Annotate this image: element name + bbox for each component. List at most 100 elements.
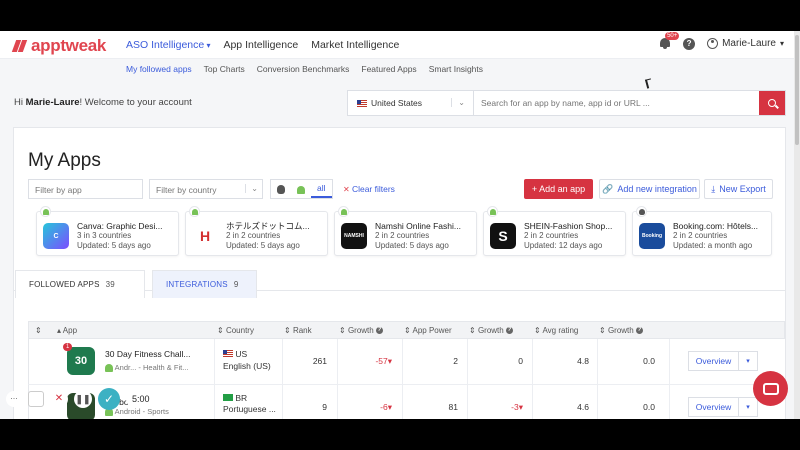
tab-followed-apps-count: 39 bbox=[105, 280, 115, 289]
welcome-suffix: ! Welcome to your account bbox=[79, 97, 192, 108]
notification-bell-icon[interactable]: 50+ bbox=[659, 32, 680, 50]
new-export-button[interactable]: ⤓ New Export bbox=[704, 179, 773, 199]
scrollbar-thumb[interactable] bbox=[795, 35, 799, 145]
subnav-conversion-benchmarks[interactable]: Conversion Benchmarks bbox=[257, 64, 350, 74]
sub-navigation: My followed apps Top Charts Conversion B… bbox=[126, 64, 483, 74]
delete-recording-icon[interactable]: ✕ bbox=[50, 390, 68, 408]
column-power-growth[interactable]: ⇕ Growth ? bbox=[469, 326, 513, 335]
search-button[interactable] bbox=[759, 91, 785, 115]
drag-handle-icon: ⇕ bbox=[35, 326, 42, 335]
overview-button[interactable]: Overview ▾ bbox=[688, 351, 758, 371]
app-card-updated: Updated: 5 days ago bbox=[226, 241, 300, 250]
help-icon[interactable]: ? bbox=[683, 37, 696, 50]
column-country[interactable]: ⇕ Country bbox=[217, 326, 254, 335]
subnav-smart-insights[interactable]: Smart Insights bbox=[429, 64, 483, 74]
nav-aso-intelligence[interactable]: ASO Intelligence bbox=[126, 39, 210, 51]
row-app-power: 2 bbox=[453, 356, 458, 366]
app-card-name: Booking.com: Hôtels... bbox=[673, 221, 759, 231]
row-app-subtitle-text: Andr... - Health & Fit... bbox=[114, 363, 189, 372]
subnav-featured-apps[interactable]: Featured Apps bbox=[361, 64, 416, 74]
nav-market-intelligence[interactable]: Market Intelligence bbox=[311, 39, 399, 51]
column-rank-growth[interactable]: ⇕ Growth ? bbox=[339, 326, 383, 335]
column-app-power[interactable]: ⇕ App Power bbox=[404, 326, 452, 335]
tab-integrations[interactable]: INTEGRATIONS 9 bbox=[152, 270, 257, 298]
new-export-label: New Export bbox=[719, 184, 766, 194]
column-divider bbox=[337, 339, 338, 384]
row-country: US bbox=[223, 349, 247, 359]
column-rating-growth[interactable]: ⇕ Growth ? bbox=[599, 326, 643, 335]
pause-icon[interactable]: ❚❚ bbox=[74, 390, 92, 408]
user-icon bbox=[707, 38, 719, 49]
nav-app-intelligence[interactable]: App Intelligence bbox=[223, 39, 298, 51]
welcome-message: Hi Marie-Laure! Welcome to your account bbox=[14, 97, 192, 108]
platform-android-option[interactable] bbox=[291, 180, 311, 198]
user-menu[interactable]: Marie-Laure ▾ bbox=[707, 38, 784, 49]
mouse-cursor-icon bbox=[644, 78, 654, 89]
chevron-down-icon[interactable]: ▾ bbox=[739, 403, 757, 411]
table-header: ⇕ ▴ App ⇕ Country ⇕ Rank ⇕ Growth ? ⇕ Ap… bbox=[28, 321, 785, 339]
app-card[interactable]: S SHEIN-Fashion Shop... 2 in 2 countries… bbox=[483, 206, 626, 256]
column-country-label: Country bbox=[225, 326, 254, 335]
filter-by-app-input[interactable]: Filter by app bbox=[28, 179, 143, 199]
android-icon bbox=[42, 208, 49, 215]
column-divider bbox=[532, 385, 533, 419]
chat-icon bbox=[762, 382, 779, 395]
column-divider bbox=[669, 339, 670, 384]
app-card-name: SHEIN-Fashion Shop... bbox=[524, 221, 613, 231]
column-app-power-label: App Power bbox=[412, 326, 452, 335]
add-integration-button[interactable]: 🔗 Add new integration bbox=[599, 179, 700, 199]
tab-followed-apps[interactable]: FOLLOWED APPS 39 bbox=[15, 270, 145, 298]
android-icon bbox=[297, 185, 305, 194]
column-avg-rating-label: Avg rating bbox=[542, 326, 579, 335]
filter-by-country-select[interactable]: Filter by country ⌄ bbox=[149, 179, 263, 199]
country-select[interactable]: United States ⌄ bbox=[348, 91, 474, 115]
column-divider bbox=[532, 339, 533, 384]
app-card[interactable]: H ホテルズドットコム... 2 in 2 countries Updated:… bbox=[185, 206, 328, 256]
row-country-code: US bbox=[235, 349, 248, 359]
column-growth-label: Growth bbox=[477, 326, 504, 335]
page-scrollbar[interactable] bbox=[794, 31, 800, 419]
row-power-growth: 0 bbox=[518, 356, 523, 366]
subnav-top-charts[interactable]: Top Charts bbox=[204, 64, 245, 74]
logo-text: apptweak bbox=[31, 36, 107, 55]
chevron-down-icon: ▾ bbox=[779, 39, 784, 48]
app-card[interactable]: C Canva: Graphic Desi... 3 in 3 countrie… bbox=[36, 206, 179, 256]
column-divider bbox=[402, 385, 403, 419]
column-avg-rating[interactable]: ⇕ Avg rating bbox=[534, 326, 578, 335]
app-icon: H bbox=[192, 223, 218, 249]
chat-support-button[interactable] bbox=[753, 371, 788, 406]
app-card-countries: 2 in 2 countries bbox=[226, 231, 281, 240]
platform-toggle: all bbox=[270, 179, 333, 199]
android-icon bbox=[340, 208, 347, 215]
camera-toggle-icon[interactable] bbox=[28, 391, 44, 407]
app-card[interactable]: NAMSHI Namshi Online Fashi... 2 in 2 cou… bbox=[334, 206, 477, 256]
platform-apple-option[interactable] bbox=[271, 180, 291, 198]
tab-integrations-count: 9 bbox=[233, 280, 239, 289]
logo[interactable]: apptweak bbox=[11, 36, 107, 56]
welcome-prefix: Hi bbox=[14, 97, 26, 108]
row-country: BR bbox=[223, 393, 247, 403]
row-app-name[interactable]: 30 Day Fitness Chall... bbox=[105, 349, 191, 359]
table-row[interactable]: 1 30 30 Day Fitness Chall... Andr... - H… bbox=[28, 339, 785, 385]
platform-all-option[interactable]: all bbox=[311, 180, 332, 198]
column-divider bbox=[214, 385, 215, 419]
app-icon: Booking bbox=[639, 223, 665, 249]
column-rank[interactable]: ⇕ Rank bbox=[284, 326, 312, 335]
clear-filters-link[interactable]: Clear filters bbox=[343, 184, 395, 194]
help-icon: ? bbox=[505, 327, 513, 335]
chevron-down-icon[interactable]: ▾ bbox=[739, 357, 757, 365]
android-badge bbox=[40, 206, 51, 217]
search-input[interactable] bbox=[474, 91, 759, 115]
app-card-name: ホテルズドットコム... bbox=[226, 221, 310, 231]
app-card[interactable]: Booking Booking.com: Hôtels... 2 in 2 co… bbox=[632, 206, 772, 256]
add-app-button[interactable]: + Add an app bbox=[524, 179, 593, 199]
finish-recording-icon[interactable]: ✓ bbox=[98, 388, 120, 410]
overview-button[interactable]: Overview ▾ bbox=[688, 397, 758, 417]
row-rating-growth: 0.0 bbox=[643, 402, 655, 412]
app-card-updated: Updated: 5 days ago bbox=[375, 241, 449, 250]
app-card-countries: 3 in 3 countries bbox=[77, 231, 132, 240]
more-options-icon[interactable]: … bbox=[6, 391, 22, 407]
subnav-my-followed-apps[interactable]: My followed apps bbox=[126, 64, 192, 74]
app-screen: apptweak ASO Intelligence App Intelligen… bbox=[0, 31, 800, 419]
column-app[interactable]: ▴ App bbox=[57, 326, 77, 335]
